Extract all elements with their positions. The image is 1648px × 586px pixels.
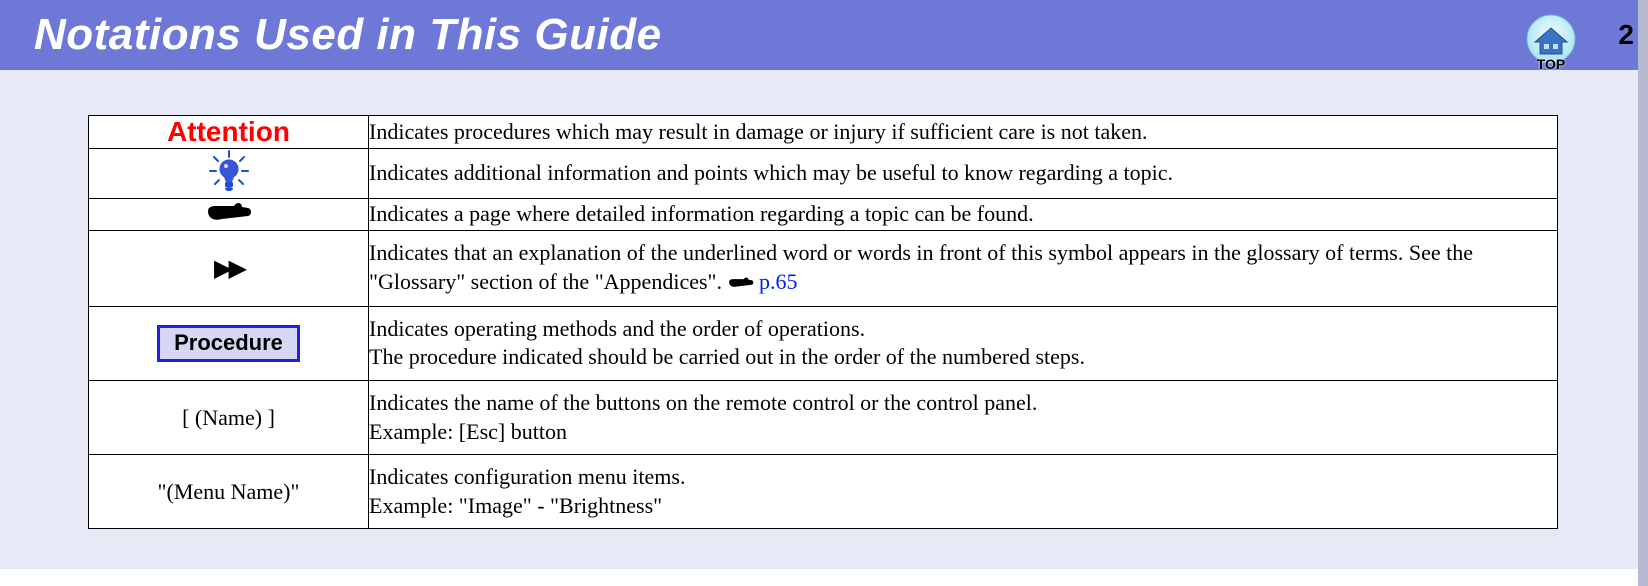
symbol-cell-page-ref xyxy=(89,199,369,231)
menu-name-label: "(Menu Name)" xyxy=(158,479,300,504)
desc-cell-page-ref: Indicates a page where detailed informat… xyxy=(369,199,1558,231)
header-bar: Notations Used in This Guide 2 TOP xyxy=(0,0,1648,70)
fast-forward-icon: ▶▶ xyxy=(214,255,243,282)
symbol-cell-glossary: ▶▶ xyxy=(89,231,369,307)
symbol-cell-procedure: Procedure xyxy=(89,306,369,380)
top-button-label: TOP xyxy=(1537,56,1566,72)
table-row: Indicates additional information and poi… xyxy=(89,149,1558,199)
table-row: Indicates a page where detailed informat… xyxy=(89,199,1558,231)
desc-cell-glossary: Indicates that an explanation of the und… xyxy=(369,231,1558,307)
table-row: [ (Name) ] Indicates the name of the but… xyxy=(89,381,1558,455)
scrollbar[interactable] xyxy=(1638,0,1648,586)
desc-cell-attention: Indicates procedures which may result in… xyxy=(369,116,1558,149)
symbol-cell-name-button: [ (Name) ] xyxy=(89,381,369,455)
table-row: "(Menu Name)" Indicates configuration me… xyxy=(89,455,1558,529)
name-button-desc-line1: Indicates the name of the buttons on the… xyxy=(369,389,1557,418)
page-title: Notations Used in This Guide xyxy=(34,10,662,60)
attention-label: Attention xyxy=(167,116,290,147)
symbol-cell-attention: Attention xyxy=(89,116,369,149)
desc-cell-menu-name: Indicates configuration menu items. Exam… xyxy=(369,455,1558,529)
procedure-badge: Procedure xyxy=(157,325,300,362)
notations-table: Attention Indicates procedures which may… xyxy=(88,115,1558,529)
table-row: Attention Indicates procedures which may… xyxy=(89,116,1558,149)
glossary-page-link[interactable]: p.65 xyxy=(759,269,798,294)
pointing-hand-icon xyxy=(206,199,252,230)
page-number: 2 xyxy=(1618,19,1634,51)
procedure-desc-line2: The procedure indicated should be carrie… xyxy=(369,343,1557,372)
desc-cell-tip: Indicates additional information and poi… xyxy=(369,149,1558,199)
glossary-desc-text: Indicates that an explanation of the und… xyxy=(369,240,1473,294)
desc-cell-name-button: Indicates the name of the buttons on the… xyxy=(369,381,1558,455)
page-body: Attention Indicates procedures which may… xyxy=(0,70,1648,569)
menu-name-desc-line2: Example: "Image" - "Brightness" xyxy=(369,492,1557,521)
procedure-desc-line1: Indicates operating methods and the orde… xyxy=(369,315,1557,344)
top-button[interactable]: TOP xyxy=(1516,2,1586,72)
name-button-desc-line2: Example: [Esc] button xyxy=(369,418,1557,447)
pointing-hand-icon xyxy=(728,269,754,298)
lightbulb-tip-icon xyxy=(207,149,251,198)
name-button-label: [ (Name) ] xyxy=(182,405,275,430)
symbol-cell-tip xyxy=(89,149,369,199)
table-row: ▶▶ Indicates that an explanation of the … xyxy=(89,231,1558,307)
symbol-cell-menu-name: "(Menu Name)" xyxy=(89,455,369,529)
table-row: Procedure Indicates operating methods an… xyxy=(89,306,1558,380)
desc-cell-procedure: Indicates operating methods and the orde… xyxy=(369,306,1558,380)
menu-name-desc-line1: Indicates configuration menu items. xyxy=(369,463,1557,492)
